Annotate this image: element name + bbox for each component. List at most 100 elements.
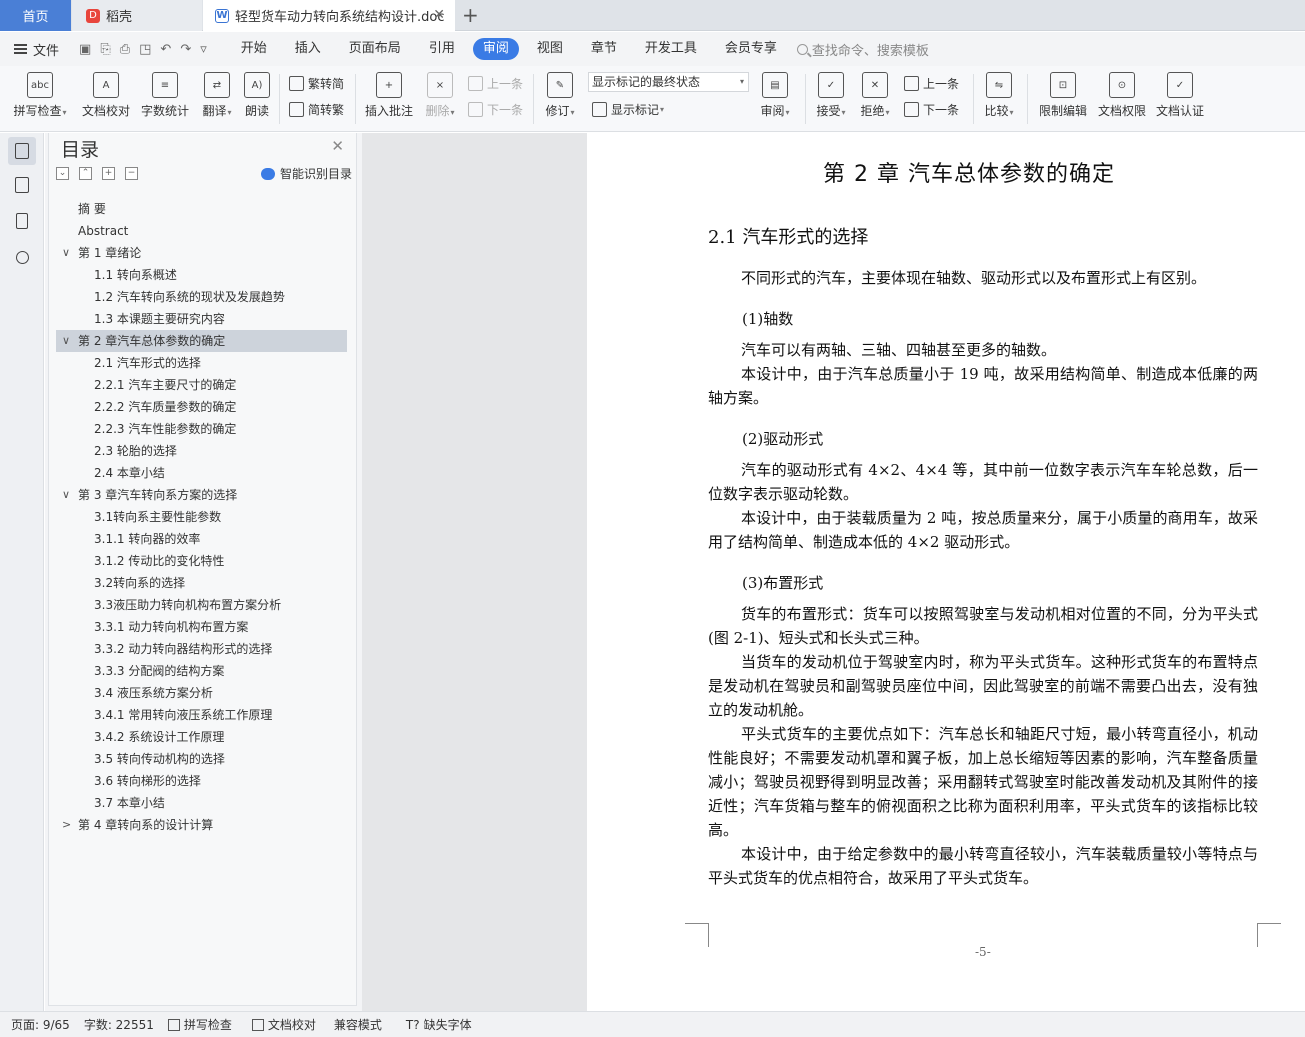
proofread-button[interactable]: A 文档校对 <box>80 66 132 119</box>
add-heading-icon[interactable]: + <box>102 167 115 180</box>
insert-comment-button[interactable]: + 插入批注 <box>364 66 414 119</box>
prev-comment-button[interactable]: 上一条 <box>468 75 523 92</box>
simp-to-trad-button[interactable]: 简转繁 <box>289 101 344 118</box>
document-rights-button[interactable]: ⊙ 文档权限 <box>1096 66 1148 119</box>
toc-item[interactable]: 3.1.2 传动比的变化特性 <box>49 550 356 572</box>
tab-home[interactable]: 首页 <box>0 0 71 31</box>
reject-button[interactable]: ✕ 拒绝▾ <box>856 66 894 119</box>
toc-item[interactable]: 3.6 转向梯形的选择 <box>49 770 356 792</box>
compatibility-mode[interactable]: 兼容模式 <box>334 1016 382 1033</box>
translate-button[interactable]: ⇄ 翻译▾ <box>197 66 237 119</box>
word-count-button[interactable]: ≡ 字数统计 <box>139 66 191 119</box>
document-page[interactable]: 第 2 章 汽车总体参数的确定 2.1 汽车形式的选择 不同形式的汽车，主要体现… <box>587 133 1305 1011</box>
print-preview-icon[interactable]: ◳ <box>139 42 151 57</box>
collapse-all-icon[interactable]: ⌃ <box>79 167 92 180</box>
track-changes-button[interactable]: ✎ 修订▾ <box>540 66 580 119</box>
smart-toc-button[interactable]: 智能识别目录 <box>260 165 352 182</box>
toc-item[interactable]: 3.5 转向传动机构的选择 <box>49 748 356 770</box>
toc-item[interactable]: 1.1 转向系概述 <box>49 264 356 286</box>
menu-member[interactable]: 会员专享 <box>711 38 791 60</box>
remove-heading-icon[interactable]: − <box>125 167 138 180</box>
display-mode-select[interactable]: 显示标记的最终状态 ▾ <box>588 72 749 92</box>
toc-item[interactable]: 2.1 汽车形式的选择 <box>49 352 356 374</box>
chevron-down-icon[interactable]: ∨ <box>62 484 70 506</box>
toc-item[interactable]: Abstract <box>49 220 356 242</box>
toc-item[interactable]: 摘 要 <box>49 198 356 220</box>
compare-button[interactable]: ⇋ 比较▾ <box>980 66 1018 119</box>
spell-check-button[interactable]: abc 拼写检查▾ <box>10 66 70 119</box>
toc-nav-button[interactable] <box>8 137 36 165</box>
close-icon[interactable]: ✕ <box>331 137 344 155</box>
delete-comment-button[interactable]: × 删除▾ <box>422 66 458 119</box>
toc-item[interactable]: ∨ 第 2 章汽车总体参数的确定 <box>56 330 347 352</box>
toc-item-label: 1.1 转向系概述 <box>94 268 177 282</box>
toc-item[interactable]: 3.7 本章小结 <box>49 792 356 814</box>
proofread-status[interactable]: 文档校对 <box>251 1016 316 1033</box>
toc-item[interactable]: 3.1.1 转向器的效率 <box>49 528 356 550</box>
toc-item-label: 3.3液压助力转向机构布置方案分析 <box>94 598 282 612</box>
customize-icon[interactable]: ▿ <box>200 42 207 57</box>
toc-item[interactable]: ∨ 第 3 章汽车转向系方案的选择 <box>49 484 356 506</box>
command-search[interactable]: 查找命令、搜索模板 <box>796 40 929 59</box>
toc-item[interactable]: 1.3 本课题主要研究内容 <box>49 308 356 330</box>
next-change-button[interactable]: 下一条 <box>904 101 959 118</box>
menu-insert[interactable]: 插入 <box>281 38 335 60</box>
toc-item[interactable]: 2.3 轮胎的选择 <box>49 440 356 462</box>
toc-item[interactable]: 2.4 本章小结 <box>49 462 356 484</box>
document-certify-button[interactable]: ✓ 文档认证 <box>1154 66 1206 119</box>
spell-check-status[interactable]: 拼写检查 <box>167 1016 232 1033</box>
toc-item[interactable]: 3.3.2 动力转向器结构形式的选择 <box>49 638 356 660</box>
toc-item[interactable]: 2.2.2 汽车质量参数的确定 <box>49 396 356 418</box>
toc-item-label: 3.3.1 动力转向机构布置方案 <box>94 620 249 634</box>
menu-home[interactable]: 开始 <box>227 38 281 60</box>
read-aloud-button[interactable]: A) 朗读 <box>242 66 272 119</box>
menu-references[interactable]: 引用 <box>415 38 469 60</box>
menu-section[interactable]: 章节 <box>577 38 631 60</box>
chevron-down-icon[interactable]: ∨ <box>62 242 70 264</box>
menu-layout[interactable]: 页面布局 <box>335 38 415 60</box>
tab-daoke[interactable]: D 稻壳 <box>72 0 202 31</box>
toc-item[interactable]: 3.4.2 系统设计工作原理 <box>49 726 356 748</box>
toc-item[interactable]: 3.3.3 分配阀的结构方案 <box>49 660 356 682</box>
word-count-indicator[interactable]: 字数: 22551 <box>84 1016 154 1033</box>
toc-item[interactable]: > 第 4 章转向系的设计计算 <box>49 814 356 836</box>
missing-font-status[interactable]: T? 缺失字体 <box>406 1016 472 1033</box>
next-comment-button[interactable]: 下一条 <box>468 101 523 118</box>
prev-change-button[interactable]: 上一条 <box>904 75 959 92</box>
print-icon[interactable]: ⎙ <box>120 42 130 57</box>
export-pdf-icon[interactable]: ⎘ <box>100 42 110 57</box>
chevron-down-icon[interactable]: ∨ <box>62 330 70 352</box>
save-icon[interactable]: ▣ <box>79 42 91 57</box>
accept-button[interactable]: ✓ 接受▾ <box>812 66 850 119</box>
toc-item[interactable]: 3.3.1 动力转向机构布置方案 <box>49 616 356 638</box>
toc-item[interactable]: 2.2.3 汽车性能参数的确定 <box>49 418 356 440</box>
review-pane-button[interactable]: ▤ 审阅▾ <box>756 66 794 119</box>
page-indicator[interactable]: 页面: 9/65 <box>11 1016 70 1033</box>
close-tab-icon[interactable]: ✕ <box>433 7 445 23</box>
undo-icon[interactable]: ↶ <box>160 42 171 57</box>
show-marks-button[interactable]: 显示标记 ▾ <box>592 101 664 118</box>
toc-item[interactable]: 2.2.1 汽车主要尺寸的确定 <box>49 374 356 396</box>
toc-item[interactable]: 3.4.1 常用转向液压系统工作原理 <box>49 704 356 726</box>
expand-all-icon[interactable]: ⌄ <box>56 167 69 180</box>
toc-item[interactable]: ∨ 第 1 章绪论 <box>49 242 356 264</box>
restrict-editing-button[interactable]: ⊡ 限制编辑 <box>1036 66 1090 119</box>
new-tab-button[interactable]: + <box>462 3 479 27</box>
toc-item[interactable]: 3.1转向系主要性能参数 <box>49 506 356 528</box>
menu-view[interactable]: 视图 <box>523 38 577 60</box>
trad-to-simp-button[interactable]: 繁转简 <box>289 75 344 92</box>
file-menu[interactable]: 文件 <box>14 40 59 59</box>
tab-document[interactable]: W 轻型货车动力转向系统结构设计.doc ✕ <box>203 0 455 31</box>
menu-review[interactable]: 审阅 <box>472 38 519 60</box>
menu-developer[interactable]: 开发工具 <box>631 38 711 60</box>
chevron-right-icon[interactable]: > <box>62 814 71 836</box>
toc-item[interactable]: 3.2转向系的选择 <box>49 572 356 594</box>
toc-item[interactable]: 1.2 汽车转向系统的现状及发展趋势 <box>49 286 356 308</box>
redo-icon[interactable]: ↷ <box>180 42 191 57</box>
chapter-nav-button[interactable] <box>8 171 36 199</box>
toc-item[interactable]: 3.4 液压系统方案分析 <box>49 682 356 704</box>
toc-item-label: 第 1 章绪论 <box>78 246 142 260</box>
find-nav-button[interactable] <box>8 243 36 271</box>
toc-item[interactable]: 3.3液压助力转向机构布置方案分析 <box>49 594 356 616</box>
bookmark-nav-button[interactable] <box>8 207 36 235</box>
